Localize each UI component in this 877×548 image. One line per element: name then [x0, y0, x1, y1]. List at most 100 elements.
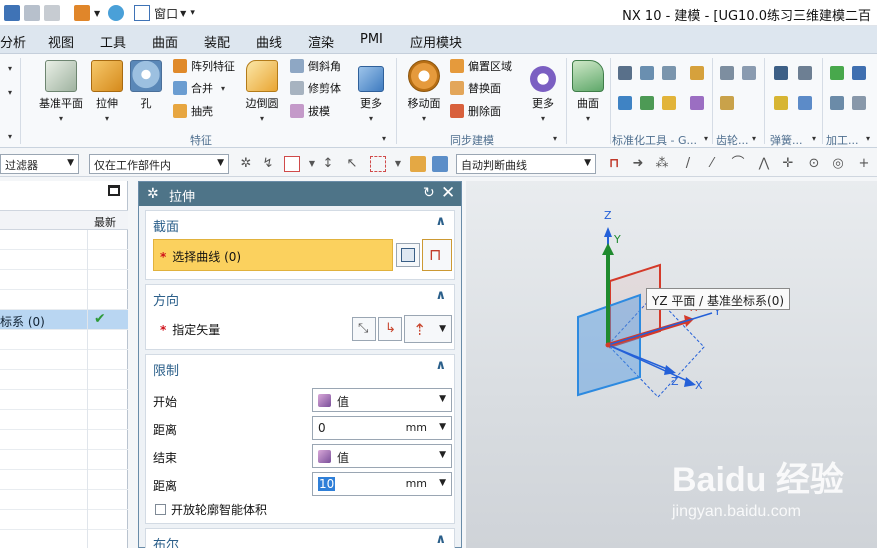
select-face-icon[interactable] [432, 156, 448, 172]
collapse-chevron-icon[interactable]: ∧ [435, 532, 446, 547]
sketch-section-button[interactable] [396, 243, 420, 267]
vector-dialog-button[interactable]: ↳ [378, 317, 402, 341]
list-item-datum-csys[interactable]: 标系 (0) ✔ [0, 310, 128, 330]
trim-body-button[interactable]: 修剪体 [290, 80, 341, 96]
list-item[interactable] [0, 330, 128, 350]
maximize-icon[interactable] [108, 185, 120, 196]
pattern-feature-button[interactable]: 阵列特征 [173, 58, 235, 74]
window-menu[interactable]: 窗口 [154, 5, 178, 22]
menu-application[interactable]: 应用模块 [410, 32, 462, 51]
vector-type-dropdown[interactable]: ⇡ ▼ [404, 315, 452, 343]
std-tool-icon-5[interactable] [618, 96, 636, 110]
std-tool-icon-3[interactable] [662, 66, 680, 80]
gear-group-dropdown-icon[interactable]: ▾ [752, 134, 756, 143]
chevron-down-icon[interactable]: ▼ [304, 156, 320, 172]
spring-tool-icon-4[interactable] [798, 96, 816, 110]
std-group-dropdown-icon[interactable]: ▾ [704, 134, 708, 143]
cursor-select-icon[interactable]: ↖ [344, 156, 360, 172]
curve-selection-button[interactable]: ⊓ [422, 239, 452, 271]
collapse-chevron-icon[interactable]: ∧ [435, 288, 446, 303]
start-type-select[interactable]: 值 ▼ [312, 388, 452, 412]
snap-control-icon[interactable]: ⋀ [756, 156, 772, 172]
list-item[interactable] [0, 390, 128, 410]
more-sync-button[interactable]: 更多 ▾ [528, 60, 558, 124]
ribbon-left-arrow-icon[interactable]: ▾ [8, 64, 12, 73]
collapse-chevron-icon[interactable]: ∧ [435, 214, 446, 229]
std-tool-icon-7[interactable] [662, 96, 680, 110]
hole-button[interactable]: 孔 [130, 60, 162, 111]
select-body-icon[interactable] [410, 156, 426, 172]
chevron-down-icon[interactable]: ▼ [390, 156, 406, 172]
draft-button[interactable]: 拔模 [290, 103, 330, 119]
follow-fillet-icon[interactable]: ➜ [630, 156, 646, 172]
end-distance-input[interactable]: 10 mm ▼ [312, 472, 452, 496]
window-menu-dropdown-icon[interactable]: ▼ [180, 9, 186, 18]
machining-tool-icon-1[interactable] [830, 66, 848, 80]
reverse-direction-button[interactable]: ⤡ [352, 317, 376, 341]
list-item[interactable] [0, 490, 128, 510]
open-profile-checkbox[interactable] [155, 504, 166, 515]
list-item[interactable] [0, 230, 128, 250]
limits-header[interactable]: 限制 ∧ [146, 355, 454, 379]
copy-icon[interactable] [24, 5, 40, 21]
select-curve-row[interactable]: * 选择曲线 (0) [153, 239, 393, 271]
snap-line-icon[interactable]: / [680, 156, 696, 172]
list-item[interactable] [0, 470, 128, 490]
section-header[interactable]: 截面 ∧ [146, 211, 454, 235]
std-tool-icon-1[interactable] [618, 66, 636, 80]
window-icon[interactable] [134, 5, 151, 21]
start-distance-input[interactable]: 0 mm ▼ [312, 416, 452, 440]
collapse-chevron-icon[interactable]: ∧ [435, 358, 446, 373]
sync-group-dropdown-icon[interactable]: ▾ [553, 134, 557, 143]
gear-tool-icon-1[interactable] [720, 66, 738, 80]
repeat-command-icon[interactable] [108, 5, 125, 21]
move-face-button[interactable]: 移动面 ▾ [404, 60, 444, 124]
menu-tools[interactable]: 工具 [100, 32, 126, 51]
section-flow-icon[interactable]: ↕ [320, 156, 336, 172]
menu-surface[interactable]: 曲面 [152, 32, 178, 51]
spring-tool-icon-2[interactable] [798, 66, 816, 80]
list-item[interactable] [0, 450, 128, 470]
list-item[interactable] [0, 290, 128, 310]
machining-tool-icon-3[interactable] [830, 96, 848, 110]
ribbon-left-arrow-icon-2[interactable]: ▾ [8, 88, 12, 97]
spring-tool-icon-3[interactable] [774, 96, 792, 110]
touch-mode-icon[interactable] [74, 5, 90, 21]
extrude-button[interactable]: 拉伸 ▾ [90, 60, 124, 124]
close-icon[interactable]: ✕ [441, 183, 455, 203]
more-feature-button[interactable]: 更多 ▾ [356, 60, 386, 124]
snap-intersection-icon[interactable]: ✛ [780, 156, 796, 172]
std-tool-icon-8[interactable] [690, 96, 708, 110]
chamfer-button[interactable]: 倒斜角 [290, 58, 341, 74]
shell-button[interactable]: 抽壳 [173, 103, 213, 119]
snap-icon[interactable]: ↯ [260, 156, 276, 172]
filter-settings-icon[interactable]: ✲ [238, 156, 254, 172]
offset-region-button[interactable]: 偏置区域 [450, 58, 512, 74]
list-item[interactable] [0, 510, 128, 530]
spring-group-dropdown-icon[interactable]: ▾ [812, 134, 816, 143]
save-icon[interactable] [4, 5, 20, 21]
machining-group-dropdown-icon[interactable]: ▾ [866, 134, 870, 143]
machining-tool-icon-4[interactable] [852, 96, 870, 110]
list-item[interactable] [0, 430, 128, 450]
menu-assembly[interactable]: 装配 [204, 32, 230, 51]
machining-tool-icon-2[interactable] [852, 66, 870, 80]
snap-center-icon[interactable]: ⊙ [806, 156, 822, 172]
snap-endpoint-icon[interactable]: ⁄ [704, 156, 720, 172]
chevron-down-icon[interactable]: ▼ [439, 422, 446, 432]
list-item[interactable] [0, 270, 128, 290]
gear-tool-icon-2[interactable] [742, 66, 760, 80]
datum-plane-button[interactable]: 基准平面 ▾ [36, 60, 86, 124]
type-filter-select[interactable]: 过滤器 ▼ [0, 154, 79, 174]
unite-button[interactable]: 合并 ▾ [173, 80, 225, 96]
feature-group-dropdown-icon[interactable]: ▾ [382, 134, 386, 143]
menu-analysis[interactable]: 分析 [0, 32, 26, 51]
list-item[interactable] [0, 350, 128, 370]
paste-icon[interactable] [44, 5, 60, 21]
settings-gear-icon[interactable]: ✲ [147, 186, 159, 202]
direction-header[interactable]: 方向 ∧ [146, 285, 454, 309]
replace-face-button[interactable]: 替换面 [450, 80, 501, 96]
delete-face-button[interactable]: 删除面 [450, 103, 501, 119]
list-item[interactable] [0, 250, 128, 270]
selection-scope-select[interactable]: 仅在工作部件内 ▼ [89, 154, 229, 174]
